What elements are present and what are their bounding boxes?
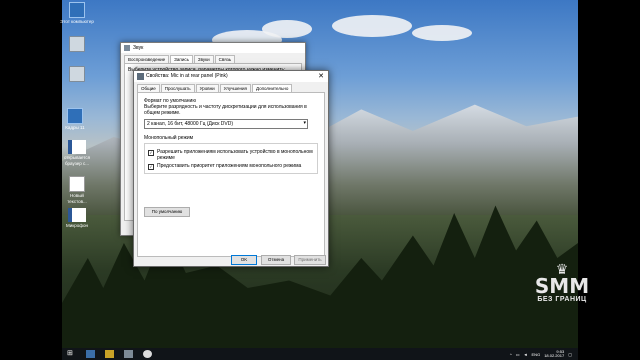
desktop-icon-word-1[interactable]: открывается браузер с... (60, 140, 94, 166)
notifications-icon[interactable]: ▢ (568, 352, 572, 357)
mic-properties-dialog: Свойства: Mic in at rear panel (Pink) ✕ … (133, 70, 329, 267)
recycle-bin-icon (69, 66, 85, 82)
file-explorer-icon[interactable] (105, 350, 114, 358)
app-taskbar-icon-2[interactable] (124, 350, 133, 358)
exclusive-priority-checkbox[interactable]: ✓ Предоставить приоритет приложениям мон… (148, 163, 314, 170)
tab-advanced[interactable]: Дополнительно (251, 84, 293, 92)
restore-defaults-button[interactable]: По умолчанию (144, 207, 190, 217)
clock-date: 18.02.2017 (544, 353, 565, 358)
exclusive-mode-box: ✓ Разрешить приложениям использовать уст… (144, 143, 318, 174)
tab-listen[interactable]: Прослушать (160, 84, 195, 92)
cloud (332, 15, 412, 37)
tab-playback[interactable]: Воспроизведение (124, 55, 170, 63)
desktop-icon-label: Новый текстов... (67, 193, 87, 204)
sound-dialog-titlebar[interactable]: Звук (121, 43, 305, 53)
cancel-button[interactable]: Отмена (261, 255, 291, 265)
format-dropdown[interactable]: 2 канал, 16 бит, 48000 Гц (Диск DVD) ▾ (144, 119, 308, 129)
properties-title: Свойства: Mic in at rear panel (Pink) (146, 73, 228, 79)
sound-settings-taskbar-icon[interactable] (143, 350, 152, 358)
taskbar: ⊞ ^ ▭ ◄ ENG 9:53 18.02.2017 ▢ (62, 348, 578, 360)
format-value: 2 канал, 16 бит, 48000 Гц (Диск DVD) (147, 121, 234, 127)
chevron-up-icon[interactable]: ^ (510, 352, 512, 357)
tab-recording[interactable]: Запись (170, 55, 193, 63)
desktop-icon-label: открывается браузер с... (63, 155, 91, 166)
desktop-icon-label: Микрофон (66, 223, 88, 228)
windows-start-icon[interactable]: ⊞ (67, 350, 76, 358)
allow-exclusive-checkbox[interactable]: ✓ Разрешить приложениям использовать уст… (148, 149, 314, 161)
desktop-icon-label: Кадры 11 (65, 125, 85, 130)
desktop-icon-computer[interactable]: Этот компьютер (60, 2, 94, 25)
volume-icon[interactable]: ◄ (524, 352, 528, 357)
system-tray: ^ ▭ ◄ ENG 9:53 18.02.2017 ▢ (510, 349, 578, 359)
default-format-group: Формат по умолчанию Выберите разрядность… (144, 98, 318, 129)
properties-titlebar[interactable]: Свойства: Mic in at rear panel (Pink) ✕ (134, 71, 328, 82)
smm-watermark: ♛ SMM БЕЗ ГРАНИЦ (528, 262, 596, 303)
exclusive-priority-label: Предоставить приоритет приложениям моноп… (157, 163, 302, 169)
desktop-icon-recycle[interactable] (60, 36, 94, 53)
tab-levels[interactable]: Уровни (195, 84, 219, 92)
desktop-icon-word-2[interactable]: Микрофон (60, 208, 94, 229)
watermark-brand: SMM (534, 274, 590, 298)
computer-icon (69, 2, 85, 18)
desktop-icon-app[interactable]: Кадры 11 (58, 108, 92, 131)
word-doc-icon (68, 208, 86, 222)
chevron-down-icon: ▾ (303, 120, 306, 126)
word-doc-icon (68, 140, 86, 154)
tab-sounds[interactable]: Звуки (193, 55, 214, 63)
desktop-icon-recycle-2[interactable] (60, 66, 94, 83)
tab-general[interactable]: Общие (137, 84, 160, 92)
sound-dialog-title: Звук (133, 45, 144, 51)
app-icon (67, 108, 83, 124)
allow-exclusive-label: Разрешить приложениям использовать устро… (157, 149, 313, 161)
microphone-icon (137, 73, 144, 80)
watermark-tagline: БЕЗ ГРАНИЦ (537, 296, 587, 303)
tab-enhancements[interactable]: Улучшения (219, 84, 251, 92)
speaker-icon (124, 45, 130, 51)
apply-button[interactable]: Применить (294, 255, 326, 265)
close-icon[interactable]: ✕ (314, 71, 328, 82)
checkbox-checked-icon: ✓ (148, 164, 154, 170)
network-icon[interactable]: ▭ (516, 352, 520, 357)
language-indicator[interactable]: ENG (532, 352, 541, 357)
recycle-bin-icon (69, 36, 85, 52)
sound-dialog-tabs: Воспроизведение Запись Звуки Связь (121, 55, 305, 63)
exclusive-mode-group: Монопольный режим ✓ Разрешить приложения… (144, 135, 318, 174)
letterbox-right (578, 0, 640, 360)
letterbox-left (0, 0, 62, 360)
clock[interactable]: 9:53 18.02.2017 (544, 349, 565, 359)
default-format-description: Выберите разрядность и частоту дискретиз… (144, 104, 307, 116)
cloud (262, 20, 312, 38)
app-taskbar-icon[interactable] (86, 350, 95, 358)
properties-tabs: Общие Прослушать Уровни Улучшения Дополн… (134, 84, 328, 92)
desktop-icon-label: Этот компьютер (60, 19, 94, 24)
checkbox-checked-icon: ✓ (148, 150, 154, 156)
desktop-icon-text[interactable]: Новый текстов... (60, 176, 94, 204)
text-file-icon (69, 176, 85, 192)
exclusive-mode-heading: Монопольный режим (144, 135, 194, 141)
cloud (412, 25, 472, 41)
advanced-tab-panel: Формат по умолчанию Выберите разрядность… (137, 92, 325, 257)
tab-communications[interactable]: Связь (214, 55, 236, 63)
ok-button[interactable]: OK (231, 255, 257, 265)
